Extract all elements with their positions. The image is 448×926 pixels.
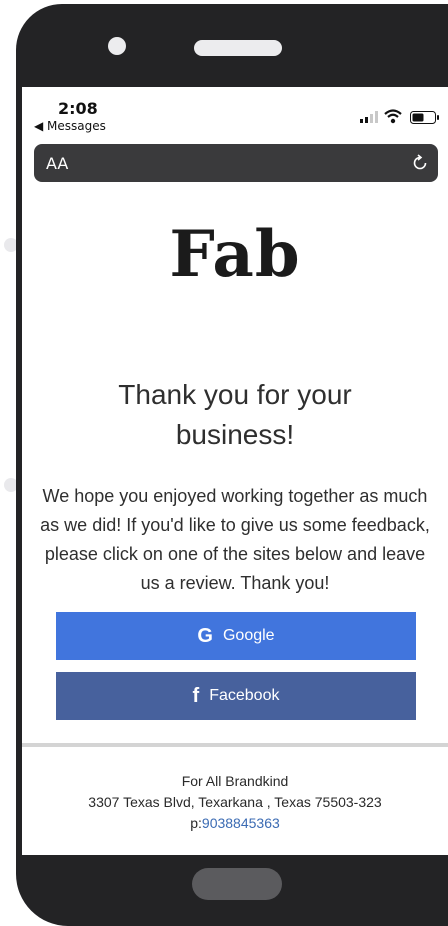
text-size-button[interactable]: AA xyxy=(46,154,68,173)
home-button[interactable] xyxy=(192,868,282,900)
back-to-messages-link[interactable]: ◀ Messages xyxy=(34,119,106,133)
google-button-label: Google xyxy=(222,627,275,644)
google-review-button[interactable]: G Google xyxy=(56,612,416,660)
facebook-button-label: Facebook xyxy=(209,687,280,704)
footer-address: 3307 Texas Blvd, Texarkana , Texas 75503… xyxy=(88,794,382,810)
facebook-icon: f xyxy=(192,684,200,707)
phone-prefix: p: xyxy=(190,815,202,831)
google-icon: G xyxy=(197,624,213,647)
battery-icon xyxy=(410,111,439,124)
address-bar[interactable]: AA xyxy=(34,144,438,182)
facebook-review-button[interactable]: f Facebook xyxy=(56,672,416,720)
camera-icon xyxy=(108,37,126,55)
footer: For All Brandkind 3307 Texas Blvd, Texar… xyxy=(22,771,448,834)
footer-divider xyxy=(22,743,448,747)
footer-company: For All Brandkind xyxy=(181,773,289,789)
phone-screen: 2:08 ◀ Messages AA Fab Thank you for you… xyxy=(22,87,448,855)
page-heading: Thank you for your business! xyxy=(118,379,352,450)
speaker-grille xyxy=(194,40,282,56)
status-bar: 2:08 ◀ Messages xyxy=(22,87,448,137)
reload-icon[interactable] xyxy=(411,154,429,172)
status-time: 2:08 xyxy=(58,99,98,118)
thank-you-message: We hope you enjoyed working together as … xyxy=(40,486,430,593)
wifi-icon xyxy=(384,109,402,124)
phone-link[interactable]: 9038845363 xyxy=(202,815,280,831)
signal-icon xyxy=(360,111,378,123)
brand-logo: Fab xyxy=(169,217,301,292)
footer-phone-line: p:9038845363 xyxy=(22,813,448,834)
